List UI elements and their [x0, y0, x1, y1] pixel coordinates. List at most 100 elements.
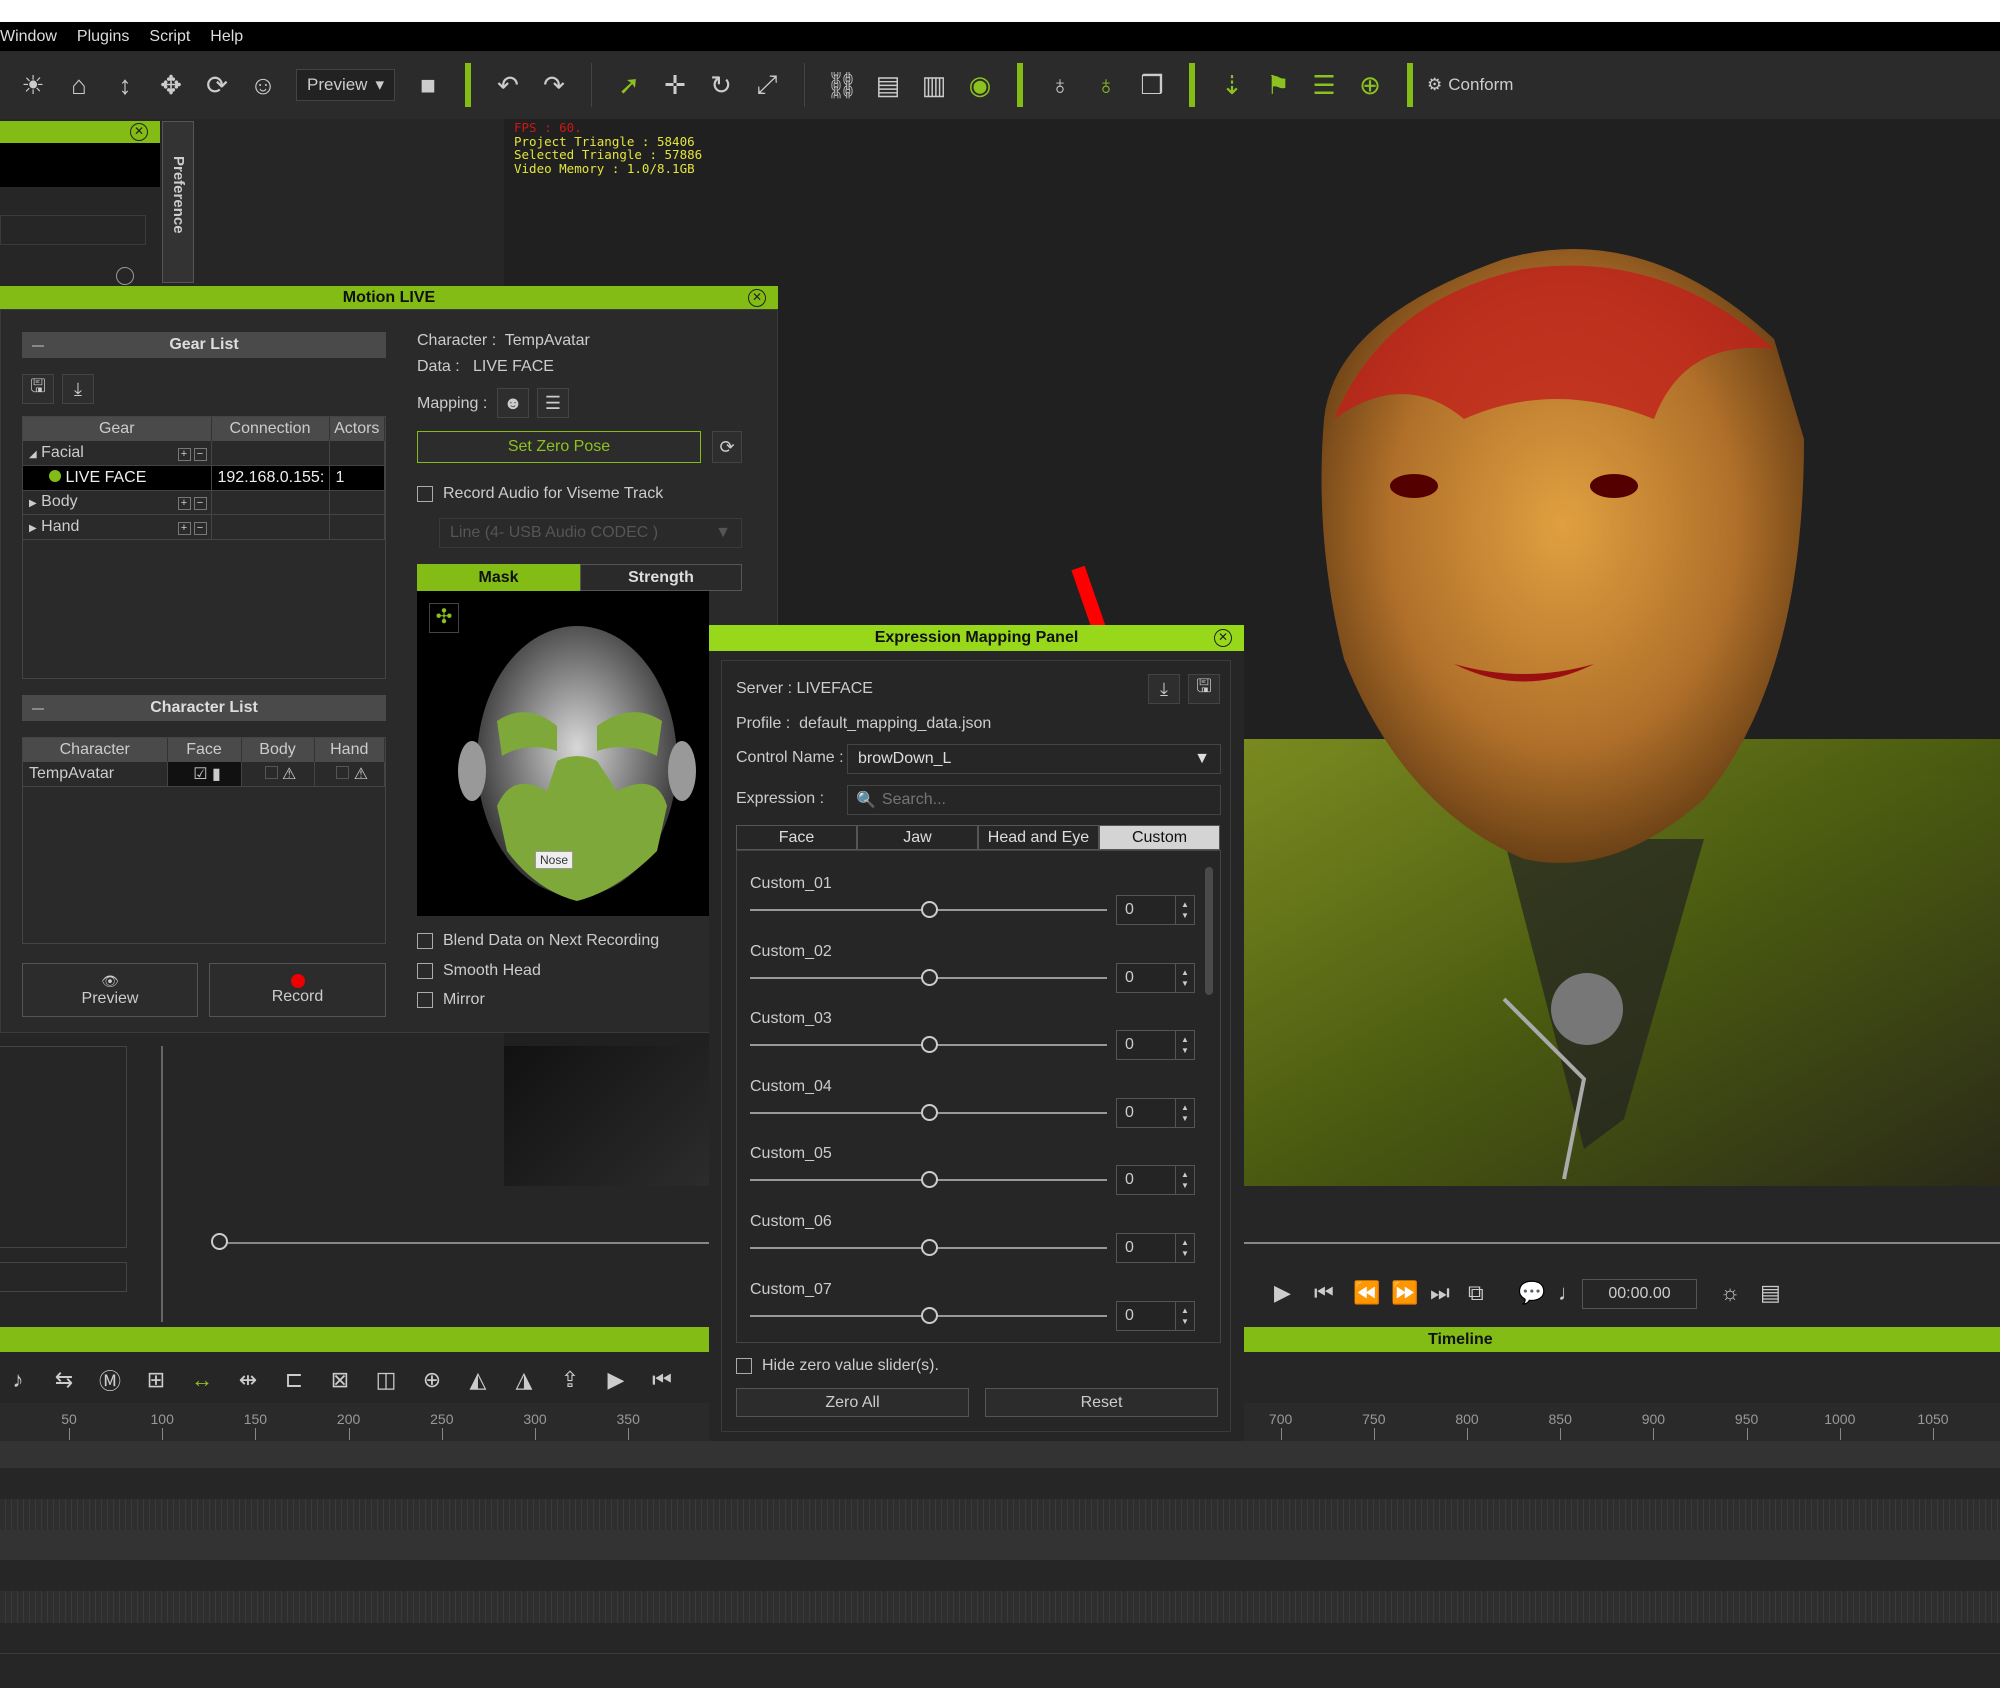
time-display[interactable]: 00:00.00 [1582, 1279, 1697, 1309]
load-folder-icon[interactable]: ⤓ [62, 374, 94, 404]
column-header-connection[interactable]: Connection [211, 417, 330, 441]
fast-forward-icon[interactable]: ⏩ [1391, 1280, 1418, 1306]
flag-icon[interactable]: ⚑ [1255, 65, 1301, 105]
close-icon[interactable]: ✕ [748, 288, 766, 307]
spin-down-icon[interactable]: ▼ [1181, 910, 1189, 921]
pose-visible-icon[interactable]: ♁ [1083, 65, 1129, 105]
reset-button[interactable]: Reset [985, 1388, 1218, 1417]
rewind-icon[interactable]: ⏪ [1353, 1280, 1380, 1306]
camera-icon[interactable]: ■ [405, 65, 451, 105]
slider-value-input[interactable]: 0 [1116, 1165, 1176, 1196]
time-slider-track-right[interactable] [1244, 1242, 2000, 1244]
slider-value-input[interactable]: 0 [1116, 1300, 1176, 1331]
time-slider-thumb[interactable] [211, 1233, 228, 1250]
slider-value-input[interactable]: 0 [1116, 895, 1176, 925]
remove-icon[interactable]: − [193, 448, 207, 461]
add-icon[interactable]: + [177, 497, 191, 511]
rotate-icon[interactable]: ↻ [698, 65, 744, 105]
face-mapping-icon[interactable]: ☻ [497, 388, 529, 418]
go-to-end-icon[interactable]: ⏭ [1430, 1280, 1450, 1306]
table-row[interactable]: ▶ Hand + − [23, 514, 385, 540]
lip-sync-icon[interactable]: ♪ [0, 1367, 36, 1393]
drop-to-floor-icon[interactable]: ⇣ [1209, 65, 1255, 105]
subtitle-icon[interactable]: 💬 [1518, 1280, 1545, 1306]
spinner[interactable]: ▲ ▼ [1176, 962, 1195, 993]
panel-toggle-icon[interactable]: ▤ [1760, 1280, 1781, 1306]
menu-script[interactable]: Script [149, 28, 190, 46]
preview-button[interactable]: 👁 Preview [22, 963, 198, 1017]
spin-up-icon[interactable]: ▲ [1181, 967, 1189, 978]
scale-icon[interactable]: ⤢ [744, 65, 790, 105]
option-checkbox[interactable] [417, 992, 433, 1008]
undo-icon[interactable]: ↶ [485, 65, 531, 105]
spin-up-icon[interactable]: ▲ [1181, 1034, 1189, 1045]
spinner[interactable]: ▲ ▼ [1176, 1030, 1195, 1061]
spin-up-icon[interactable]: ▲ [1181, 899, 1189, 910]
list-settings-icon[interactable]: ☰ [1301, 65, 1347, 105]
go-to-start-icon[interactable]: ⏮ [644, 1367, 680, 1393]
tab-head-and-eye[interactable]: Head and Eye [978, 825, 1099, 850]
spin-down-icon[interactable]: ▼ [1181, 1045, 1189, 1056]
table-row[interactable]: TempAvatar ☑ ▮ ⚠ ⚠ [23, 762, 385, 787]
tab-mask[interactable]: Mask [417, 564, 580, 591]
left-lower-field[interactable] [0, 1262, 127, 1292]
spinner[interactable]: ▲ ▼ [1176, 1097, 1195, 1128]
split-icon[interactable]: ◫ [368, 1367, 404, 1393]
tab-custom[interactable]: Custom [1099, 825, 1220, 850]
column-header-actors[interactable]: Actors [329, 417, 385, 441]
spin-down-icon[interactable]: ▼ [1181, 1180, 1189, 1191]
content-field[interactable] [0, 215, 146, 245]
add-node-icon[interactable]: ⊕ [1347, 65, 1393, 105]
face-mask-view[interactable]: ✣ Nose [417, 591, 709, 916]
go-to-start-icon[interactable]: ⏮ [1314, 1280, 1334, 1306]
track-row[interactable] [0, 1499, 2000, 1530]
option-checkbox[interactable] [417, 962, 433, 979]
settings-icon[interactable]: ☼ [1720, 1280, 1740, 1306]
spinner[interactable]: ▲ ▼ [1176, 1300, 1195, 1331]
slider-thumb[interactable] [920, 1306, 938, 1324]
motion-layer-icon[interactable]: Ⓜ [92, 1364, 128, 1396]
hand-checkbox[interactable] [336, 766, 350, 779]
export-icon[interactable]: ⇪ [552, 1367, 588, 1393]
slider-value-input[interactable]: 0 [1116, 1097, 1176, 1128]
insert-icon[interactable]: ⊏ [276, 1367, 312, 1393]
expand-down-icon[interactable]: ◢ [29, 449, 37, 460]
move-icon[interactable]: ✛ [652, 65, 698, 105]
spin-down-icon[interactable]: ▼ [1181, 1316, 1189, 1327]
refresh-icon[interactable]: ⟳ [712, 431, 742, 463]
control-name-dropdown[interactable]: browDown_L ▼ [847, 744, 1221, 774]
spinner[interactable]: ▲ ▼ [1176, 1165, 1195, 1196]
close-icon[interactable]: ✕ [130, 123, 148, 141]
preference-tab[interactable]: Preference [162, 121, 194, 283]
gear-list-header[interactable]: Gear List [22, 332, 386, 358]
column-header-gear[interactable]: Gear [23, 417, 212, 441]
audio-icon[interactable]: ♩ [1558, 1280, 1580, 1306]
list-mapping-icon[interactable]: ☰ [537, 388, 569, 418]
tab-face[interactable]: Face [736, 825, 857, 850]
play-icon[interactable]: ▶ [598, 1367, 634, 1393]
slider-thumb[interactable] [920, 1036, 938, 1054]
slider-value-input[interactable]: 0 [1116, 1233, 1176, 1263]
face-icon[interactable]: ☺ [240, 65, 286, 105]
option-checkbox[interactable] [417, 933, 433, 949]
zoom-icon[interactable]: ⊕ [414, 1367, 450, 1393]
time-slider-track[interactable] [220, 1242, 709, 1244]
spinner[interactable]: ▲ ▼ [1176, 1233, 1195, 1263]
table-row[interactable]: ◢ Facial + − [23, 441, 385, 466]
table-row[interactable]: ▶ Body + − [23, 490, 385, 515]
zero-all-button[interactable]: Zero All [736, 1388, 969, 1417]
expand-right-icon[interactable]: ▶ [29, 498, 37, 509]
body-checkbox[interactable] [264, 766, 278, 779]
play-icon[interactable]: ▶ [1274, 1280, 1291, 1306]
spin-up-icon[interactable]: ▲ [1181, 1237, 1189, 1248]
align-left-icon[interactable]: ▤ [865, 65, 911, 105]
record-button[interactable]: Record [209, 963, 386, 1017]
delete-icon[interactable]: ⊠ [322, 1367, 358, 1393]
slider-value-input[interactable]: 0 [1116, 1030, 1176, 1061]
pose-icon[interactable]: ♁ [1037, 65, 1083, 105]
select-arrow-icon[interactable]: ➚ [606, 65, 652, 105]
column-header-face[interactable]: Face [167, 738, 242, 762]
rotate-view-icon[interactable]: ✣ [429, 603, 459, 633]
slider-thumb[interactable] [920, 901, 938, 918]
close-icon[interactable]: ✕ [1214, 629, 1232, 647]
